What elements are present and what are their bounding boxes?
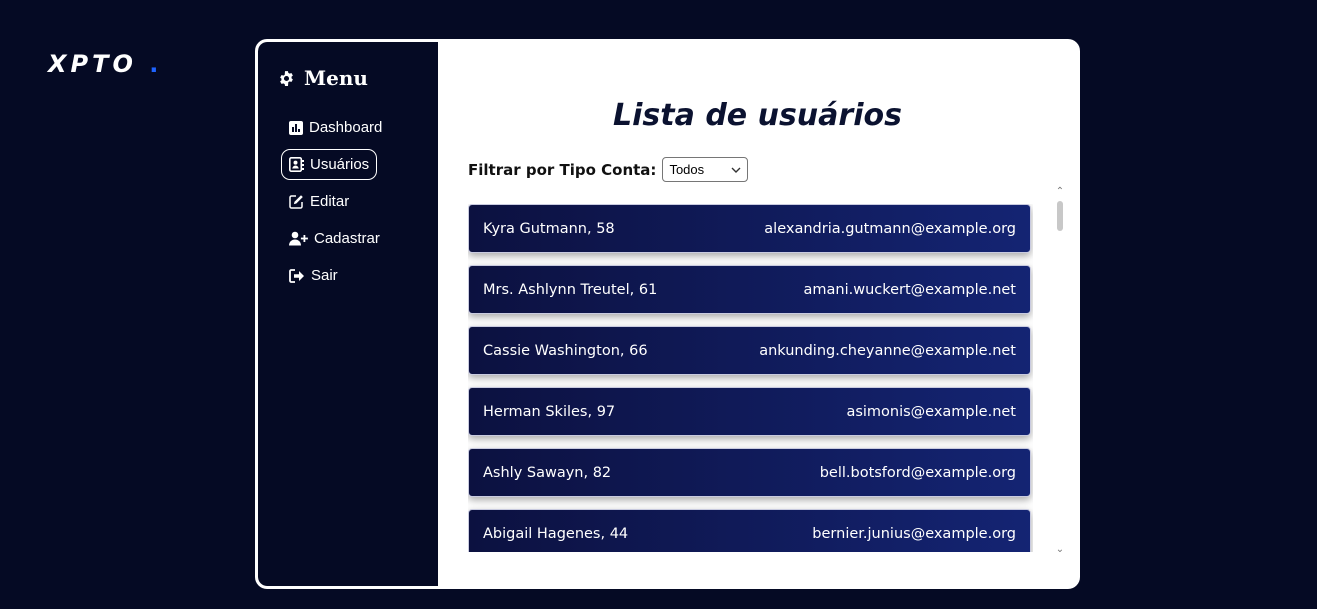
user-email: asimonis@example.net [846,403,1016,420]
menu-title: Menu [258,66,438,90]
menu-title-text: Menu [304,66,368,90]
sidebar-item-editar[interactable]: Editar [281,186,357,217]
user-name-age: Herman Skiles, 97 [483,403,616,420]
user-name-age: Kyra Gutmann, 58 [483,220,615,237]
app-panel: Menu Dashboard Usuários Editar Cadastrar… [255,39,1080,589]
list-item[interactable]: Abigail Hagenes, 44 bernier.junius@examp… [468,509,1031,552]
user-list: Kyra Gutmann, 58 alexandria.gutmann@exam… [468,204,1033,552]
user-name-age: Abigail Hagenes, 44 [483,525,629,542]
sidebar-item-label: Editar [310,193,350,210]
account-type-filter: Filtrar por Tipo Conta: Todos [468,157,749,182]
account-type-select[interactable]: Todos [662,157,749,182]
user-plus-icon [289,231,308,246]
gear-icon [280,70,293,86]
sidebar-item-cadastrar[interactable]: Cadastrar [281,223,388,254]
list-item[interactable]: Herman Skiles, 97 asimonis@example.net [468,387,1031,436]
sidebar-item-label: Dashboard [309,119,383,136]
list-item[interactable]: Cassie Washington, 66 ankunding.cheyanne… [468,326,1031,375]
sidebar-item-label: Cadastrar [314,230,380,247]
user-email: bell.botsford@example.org [819,464,1016,481]
chevron-down-icon [731,167,741,173]
sidebar-item-sair[interactable]: Sair [281,260,346,291]
user-name-age: Mrs. Ashlynn Treutel, 61 [483,281,658,298]
user-email: ankunding.cheyanne@example.net [759,342,1016,359]
user-email: bernier.junius@example.org [812,525,1016,542]
list-scrollbar[interactable]: ⌃ ⌄ [1054,187,1066,555]
user-name-age: Ashly Sawayn, 82 [483,464,612,481]
sidebar-item-label: Usuários [310,156,370,173]
logout-icon [289,268,304,283]
sidebar-item-usuarios[interactable]: Usuários [281,149,378,180]
edit-icon [289,195,303,209]
list-item[interactable]: Ashly Sawayn, 82 bell.botsford@example.o… [468,448,1031,497]
user-email: alexandria.gutmann@example.org [764,220,1016,237]
select-value: Todos [669,162,705,177]
brand-logo: XPTO . [48,50,162,78]
user-name-age: Cassie Washington, 66 [483,342,648,359]
brand-name: XPTO [48,50,137,78]
chart-icon [289,120,303,135]
list-item[interactable]: Kyra Gutmann, 58 alexandria.gutmann@exam… [468,204,1031,253]
user-email: amani.wuckert@example.net [803,281,1016,298]
scroll-up-icon[interactable]: ⌃ [1054,187,1066,197]
sidebar-item-label: Sair [311,267,338,284]
sidebar-item-dashboard[interactable]: Dashboard [281,112,390,143]
scroll-thumb[interactable] [1057,201,1063,231]
page-title: Lista de usuários [613,98,902,133]
contacts-icon [289,157,304,172]
filter-label: Filtrar por Tipo Conta: [468,160,657,179]
sidebar: Menu Dashboard Usuários Editar Cadastrar… [258,42,438,586]
brand-dot: . [149,50,163,78]
main-content: Lista de usuários Filtrar por Tipo Conta… [438,42,1077,586]
list-item[interactable]: Mrs. Ashlynn Treutel, 61 amani.wuckert@e… [468,265,1031,314]
scroll-down-icon[interactable]: ⌄ [1054,545,1066,555]
